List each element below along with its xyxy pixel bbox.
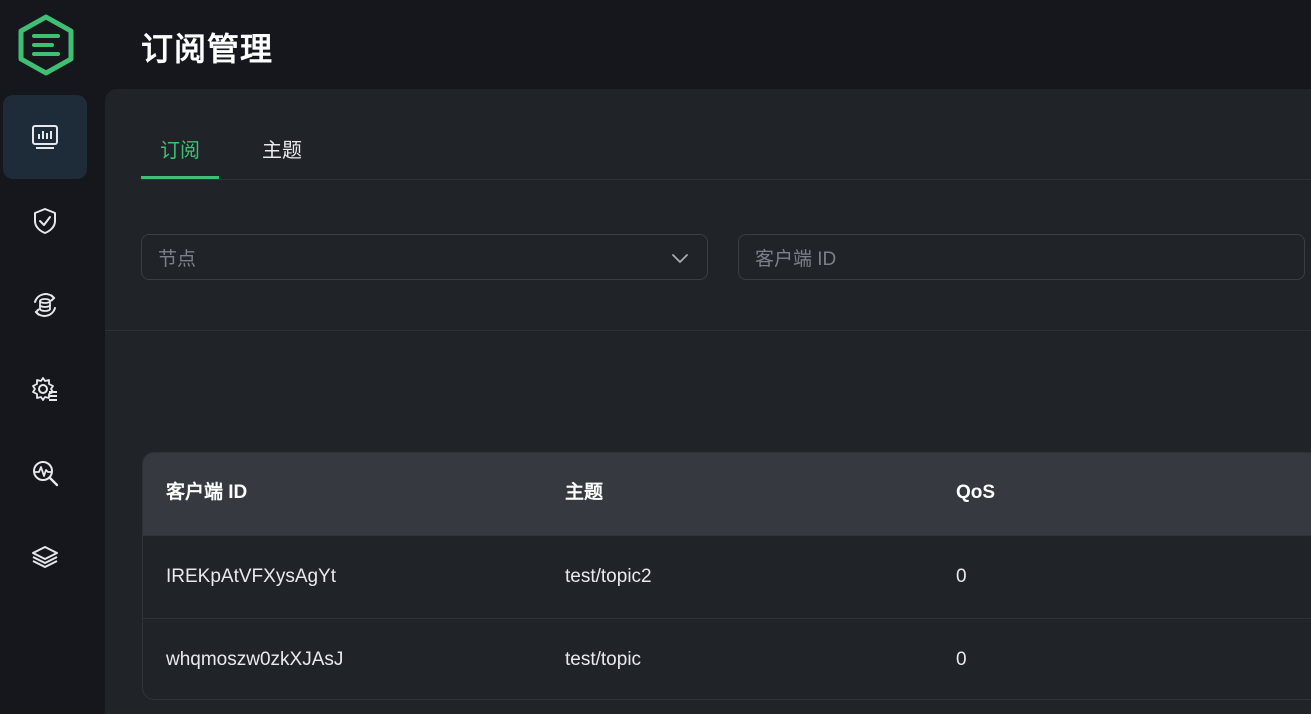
tab-topics[interactable]: 主题 [243,129,321,179]
divider [105,330,1311,331]
cell-client-id[interactable]: whqmoszw0zkXJAsJ [166,619,343,699]
monitor-chart-icon [32,125,58,149]
diagnose-search-icon [33,461,59,487]
sidebar [0,0,105,714]
table-row[interactable]: whqmoszw0zkXJAsJ test/topic 0 [143,618,1311,699]
cell-client-id[interactable]: IREKpAtVFXysAgYt [166,536,336,618]
data-sync-icon [34,293,56,317]
column-header-topic[interactable]: 主题 [565,453,603,535]
nav-item-dashboard[interactable] [3,95,87,179]
table-header: 客户端 ID 主题 QoS [143,453,1311,535]
nav-item-data-integration[interactable] [3,263,87,347]
tab-bar: 订阅 主题 [141,129,1311,180]
column-header-client-id[interactable]: 客户端 ID [166,453,247,535]
layers-icon [32,546,58,568]
logo-icon[interactable] [16,14,76,76]
client-id-input[interactable]: 客户端 ID [738,234,1305,280]
subscriptions-table: 客户端 ID 主题 QoS IREKpAtVFXysAgYt test/topi… [142,452,1311,700]
cell-qos: 0 [956,649,967,670]
tab-subscriptions[interactable]: 订阅 [141,129,219,179]
gear-list-icon [32,377,57,401]
nav-item-diagnose[interactable] [3,431,87,515]
cell-topic: test/topic2 [565,566,652,587]
nav-item-management[interactable] [3,347,87,431]
cell-topic: test/topic [565,649,642,670]
page-title: 订阅管理 [141,31,274,67]
chevron-down-icon [672,254,688,263]
main-panel: 订阅 主题 节点 客户端 ID 客户端 ID 主题 QoS IREKpAtVFX… [105,89,1311,714]
column-header-qos[interactable]: QoS [956,453,995,535]
shield-check-icon [34,208,56,234]
node-select[interactable]: 节点 [141,234,708,280]
node-select-placeholder: 节点 [158,248,197,270]
nav-item-access-control[interactable] [3,179,87,263]
cell-qos: 0 [956,566,967,587]
table-row[interactable]: IREKpAtVFXysAgYt test/topic2 0 [143,535,1311,618]
client-id-placeholder: 客户端 ID [755,248,837,270]
nav-item-extensions[interactable] [3,515,87,599]
app-window: 订阅管理 订阅 主题 节点 客户端 ID 客户端 ID 主题 QoS IREKp… [0,0,1311,714]
